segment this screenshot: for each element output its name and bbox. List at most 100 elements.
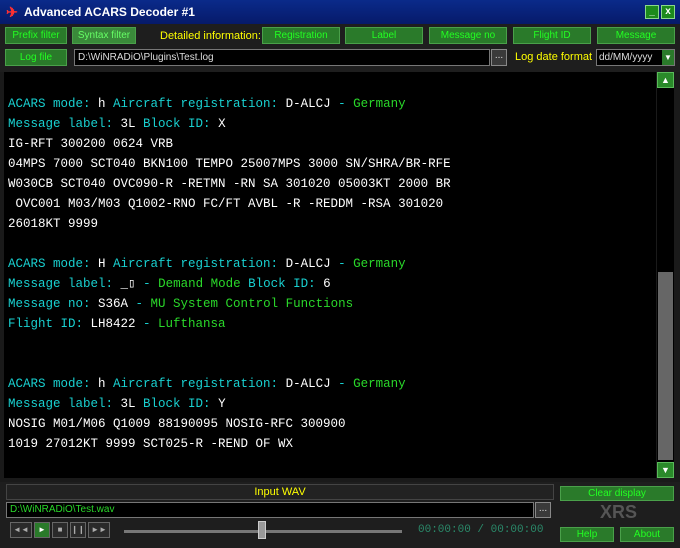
message-segment: ACARS mode: [8, 257, 99, 271]
log-date-format-label: Log date format [515, 51, 593, 63]
message-segment: Block ID: [143, 117, 219, 131]
message-segment: H [98, 257, 114, 271]
log-file-button[interactable]: Log file [5, 49, 67, 66]
chevron-down-icon: ▼ [662, 50, 674, 65]
message-segment: Aircraft registration: [113, 97, 286, 111]
help-button[interactable]: Help [560, 527, 614, 542]
message-segment: MU System Control Functions [150, 297, 354, 311]
message-segment: h [98, 97, 114, 111]
message-segment: 26018KT 9999 [8, 217, 99, 231]
message-line: 04MPS 7000 SCT040 BKN100 TEMPO 25007MPS … [8, 154, 656, 174]
message-segment: 6 [323, 277, 331, 291]
message-line: ACARS mode: h Aircraft registration: D-A… [8, 94, 656, 114]
message-segment: - [143, 277, 159, 291]
fast-forward-button[interactable]: ►► [88, 522, 110, 538]
message-line: Message label: _▯ - Demand Mode Block ID… [8, 274, 656, 294]
message-segment: Flight ID: [8, 317, 91, 331]
position-slider-thumb[interactable] [258, 521, 266, 539]
fast-forward-icon: ►► [91, 525, 107, 534]
log-date-format-select[interactable]: dd/MM/yyyy ▼ [596, 49, 675, 66]
message-segment: 04MPS 7000 SCT040 BKN100 TEMPO 25007MPS … [8, 157, 451, 171]
message-segment: _▯ [120, 277, 144, 291]
window-title: Advanced ACARS Decoder #1 [24, 5, 195, 19]
message-line [8, 334, 656, 354]
message-segment: W030CB SCT040 OVC090-R -RETMN -RN SA 301… [8, 177, 451, 191]
message-segment: X [218, 117, 226, 131]
message-segment: OVC001 M03/M03 Q1002-RNO FC/FT AVBL -R -… [8, 197, 444, 211]
message-line: NOSIG M01/M06 Q1009 88190095 NOSIG-RFC 3… [8, 414, 656, 434]
pause-button[interactable]: ❙❙ [70, 522, 86, 538]
scroll-thumb[interactable] [658, 272, 673, 460]
playback-time: 00:00:00 / 00:00:00 [418, 524, 544, 536]
message-segment: Message label: [8, 277, 121, 291]
message-line [8, 234, 656, 254]
message-segment: Message no: [8, 297, 99, 311]
rewind-icon: ◄◄ [13, 525, 29, 534]
message-line: Message label: 3L Block ID: X [8, 114, 656, 134]
message-line: 26018KT 9999 [8, 214, 656, 234]
message-segment: Aircraft registration: [113, 377, 286, 391]
message-button[interactable]: Message [597, 27, 675, 44]
syntax-filter-button[interactable]: Syntax filter [72, 27, 136, 44]
log-browse-button[interactable]: ... [491, 49, 507, 66]
message-line: IG-RFT 300200 0624 VRB [8, 134, 656, 154]
wav-browse-button[interactable]: ... [535, 502, 551, 518]
message-line: 1019 27012KT 9999 SCT025-R -REND OF WX [8, 434, 656, 454]
close-button[interactable]: x [661, 5, 675, 19]
flight-id-button[interactable]: Flight ID [513, 27, 591, 44]
message-line [8, 354, 656, 374]
app-logo-icon: ✈ [6, 4, 18, 20]
output-scrollbar[interactable]: ▲ ▼ [657, 72, 674, 478]
message-line: Message label: 3L Block ID: Y [8, 394, 656, 414]
play-icon: ► [38, 525, 46, 534]
message-segment: - [135, 297, 151, 311]
pause-icon: ❙❙ [71, 525, 85, 534]
input-wav-label: Input WAV [6, 484, 554, 500]
message-segment: 3L [120, 397, 144, 411]
message-segment: Block ID: [143, 397, 219, 411]
message-line: ACARS mode: H Aircraft registration: D-A… [8, 254, 656, 274]
prefix-filter-button[interactable]: Prefix filter [5, 27, 67, 44]
message-segment: NOSIG M01/M06 Q1009 88190095 NOSIG-RFC 3… [8, 417, 346, 431]
message-segment: D-ALCJ [285, 257, 339, 271]
scroll-down-arrow-icon[interactable]: ▼ [657, 462, 674, 478]
about-button[interactable]: About [620, 527, 674, 542]
wav-path-field[interactable]: D:\WiNRADiO\Test.wav [6, 502, 534, 518]
label-button[interactable]: Label [345, 27, 423, 44]
message-line: ACARS mode: h Aircraft registration: D-A… [8, 374, 656, 394]
message-output[interactable]: ACARS mode: h Aircraft registration: D-A… [4, 72, 656, 478]
message-segment: Demand Mode [158, 277, 249, 291]
message-segment: D-ALCJ [285, 97, 339, 111]
message-line: W030CB SCT040 OVC090-R -RETMN -RN SA 301… [8, 174, 656, 194]
message-segment: Lufthansa [158, 317, 226, 331]
scroll-up-arrow-icon[interactable]: ▲ [657, 72, 674, 88]
clear-display-button[interactable]: Clear display [560, 486, 674, 501]
xrs-logo: XRS [600, 502, 638, 522]
message-line: Flight ID: LH8422 - Lufthansa [8, 314, 656, 334]
message-segment: 1019 27012KT 9999 SCT025-R -REND OF WX [8, 437, 294, 451]
message-segment: - [338, 257, 354, 271]
toolbar: Prefix filter Syntax filter Detailed inf… [0, 24, 680, 72]
detailed-information-label: Detailed information: [160, 30, 261, 42]
play-button[interactable]: ► [34, 522, 50, 538]
message-segment: ACARS mode: [8, 97, 99, 111]
message-line: OVC001 M03/M03 Q1002-RNO FC/FT AVBL -R -… [8, 194, 656, 214]
message-segment: - [143, 317, 159, 331]
message-segment: ACARS mode: [8, 377, 99, 391]
registration-button[interactable]: Registration [262, 27, 340, 44]
message-no-button[interactable]: Message no [429, 27, 507, 44]
message-segment: Germany [353, 97, 406, 111]
message-segment: Germany [353, 377, 406, 391]
title-bar: ✈ Advanced ACARS Decoder #1 _ x [0, 0, 680, 24]
message-segment: Block ID: [248, 277, 324, 291]
log-date-format-value: dd/MM/yyyy [599, 52, 653, 63]
stop-icon: ■ [57, 525, 63, 534]
message-line: Message no: S36A - MU System Control Fun… [8, 294, 656, 314]
stop-button[interactable]: ■ [52, 522, 68, 538]
message-segment: h [98, 377, 114, 391]
message-segment: Germany [353, 257, 406, 271]
minimize-button[interactable]: _ [645, 5, 659, 19]
message-segment: Y [218, 397, 226, 411]
rewind-button[interactable]: ◄◄ [10, 522, 32, 538]
log-path-field[interactable]: D:\WiNRADiO\Plugins\Test.log [74, 49, 490, 66]
